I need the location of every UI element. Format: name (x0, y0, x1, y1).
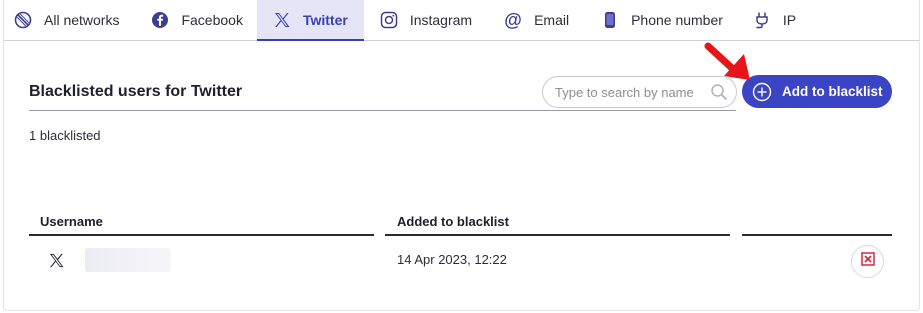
tab-label: Email (534, 12, 570, 28)
x-twitter-icon (48, 252, 65, 274)
added-date: 14 Apr 2023, 12:22 (397, 252, 507, 267)
tab-twitter[interactable]: Twitter (256, 0, 364, 41)
column-header-added: Added to blacklist (397, 214, 509, 229)
tab-instagram[interactable]: Instagram (364, 0, 486, 40)
tab-facebook[interactable]: Facebook (133, 0, 256, 40)
tab-phone-number[interactable]: Phone number (583, 0, 737, 40)
title-divider (29, 110, 736, 111)
network-tabs: All networks Facebook Twitter Instagram … (4, 0, 919, 41)
tab-label: All networks (44, 12, 120, 28)
column-header-username: Username (40, 214, 103, 229)
tab-label: IP (782, 12, 797, 28)
search-input[interactable] (555, 84, 705, 100)
tab-label: Instagram (409, 12, 473, 28)
close-box-icon (860, 252, 875, 271)
blacklist-count: 1 blacklisted (29, 128, 101, 143)
delete-button[interactable] (851, 245, 884, 278)
plug-icon (753, 11, 771, 29)
page-title: Blacklisted users for Twitter (29, 83, 243, 100)
tab-label: Twitter (302, 11, 348, 28)
tab-email[interactable]: @ Email (486, 0, 583, 40)
facebook-icon (151, 11, 169, 29)
x-twitter-icon (273, 11, 291, 29)
add-button-label: Add to blacklist (782, 84, 883, 99)
tab-label: Phone number (631, 12, 723, 28)
header-underline (742, 234, 892, 236)
header-underline (385, 234, 730, 236)
red-arrow-annotation-icon (700, 40, 756, 91)
phone-icon (601, 11, 619, 29)
tab-all-networks[interactable]: All networks (4, 0, 133, 40)
no-network-icon (14, 11, 32, 29)
at-sign-icon: @ (504, 9, 522, 30)
username-redacted (85, 248, 171, 272)
header-underline (29, 234, 374, 236)
add-to-blacklist-button[interactable]: Add to blacklist (742, 75, 892, 108)
tab-label: Facebook (181, 12, 243, 28)
tab-ip[interactable]: IP (737, 0, 810, 40)
instagram-icon (380, 11, 398, 29)
